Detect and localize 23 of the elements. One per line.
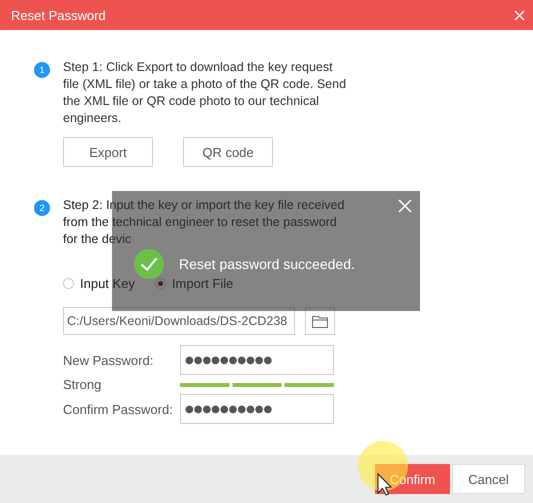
password-field[interactable]: ●●●●●●●●●● (180, 345, 334, 375)
step-number: 2 (34, 200, 50, 216)
strength-label: Strong (63, 377, 102, 392)
close-icon[interactable] (514, 10, 525, 20)
radio-button[interactable] (63, 278, 74, 289)
folder-icon (312, 314, 328, 328)
radio-label: Input Key (80, 276, 135, 291)
cancel-button[interactable]: Cancel (452, 464, 525, 494)
file-path-field[interactable]: C:/Users/Keoni/Downloads/DS-2CD238 (63, 307, 295, 335)
qr-code-button[interactable]: QR code (183, 137, 273, 167)
confirm-password-field[interactable]: ●●●●●●●●●● (180, 394, 334, 424)
check-icon (134, 249, 164, 279)
toast-message: Reset password succeeded. (179, 257, 355, 271)
export-button[interactable]: Export (63, 137, 153, 167)
browse-button[interactable] (305, 307, 335, 335)
radio-button[interactable] (154, 278, 166, 289)
step-number: 1 (34, 62, 50, 78)
step-instructions: Step 1: Click Export to download the key request file (XML file) or take a photo of the QR code. Send the XML file or QR code photo to our technical engineers. (63, 59, 348, 127)
close-icon[interactable] (398, 199, 412, 213)
field-label: New Password: (63, 352, 154, 368)
field-label: Confirm Password: (63, 402, 174, 416)
radio-label: Import File (172, 276, 234, 291)
window-title: Reset Password (11, 8, 106, 22)
